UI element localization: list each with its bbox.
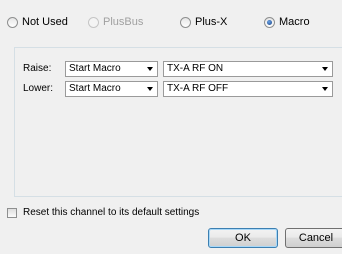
radio-label: Not Used [22, 16, 68, 28]
radio-macro[interactable]: Macro [264, 15, 310, 29]
raise-row: Raise: Start Macro TX-A RF ON [23, 60, 338, 77]
dropdown-arrow-icon [322, 86, 328, 91]
lower-action-value: Start Macro [69, 82, 121, 94]
radio-circle-icon [7, 16, 18, 28]
cancel-button[interactable]: Cancel [285, 228, 342, 248]
channel-settings-dialog: Not Used PlusBus Plus-X Macro Raise: Sta… [0, 0, 342, 254]
radio-plus-x[interactable]: Plus-X [180, 15, 227, 29]
raise-label: Raise: [23, 63, 52, 74]
raise-action-value: Start Macro [69, 62, 121, 74]
radio-selected-icon [264, 16, 275, 28]
lower-label: Lower: [23, 83, 54, 94]
ok-button[interactable]: OK [208, 228, 278, 248]
radio-label: PlusBus [103, 16, 144, 28]
reset-defaults-checkbox[interactable]: Reset this channel to its default settin… [7, 207, 199, 218]
dropdown-arrow-icon [147, 86, 153, 91]
radio-plusbus: PlusBus [88, 15, 143, 29]
mode-radio-group: Not Used PlusBus Plus-X Macro [0, 0, 342, 40]
raise-action-select[interactable]: Start Macro [65, 60, 158, 77]
checkbox-box-icon [7, 207, 17, 218]
lower-action-select[interactable]: Start Macro [65, 80, 158, 97]
radio-circle-icon [180, 16, 191, 28]
lower-macro-select[interactable]: TX-A RF OFF [163, 80, 333, 97]
raise-macro-value: TX-A RF ON [167, 62, 224, 74]
dropdown-arrow-icon [322, 66, 328, 71]
radio-label: Plus-X [195, 16, 228, 28]
lower-macro-value: TX-A RF OFF [167, 82, 229, 94]
macro-settings-panel: Raise: Start Macro TX-A RF ON Lower: Sta… [14, 47, 342, 197]
reset-defaults-label: Reset this channel to its default settin… [23, 207, 200, 218]
radio-circle-icon [88, 16, 99, 28]
radio-not-used[interactable]: Not Used [7, 15, 68, 29]
radio-label: Macro [279, 16, 310, 28]
dropdown-arrow-icon [147, 66, 153, 71]
raise-macro-select[interactable]: TX-A RF ON [163, 60, 333, 77]
lower-row: Lower: Start Macro TX-A RF OFF [23, 80, 338, 97]
